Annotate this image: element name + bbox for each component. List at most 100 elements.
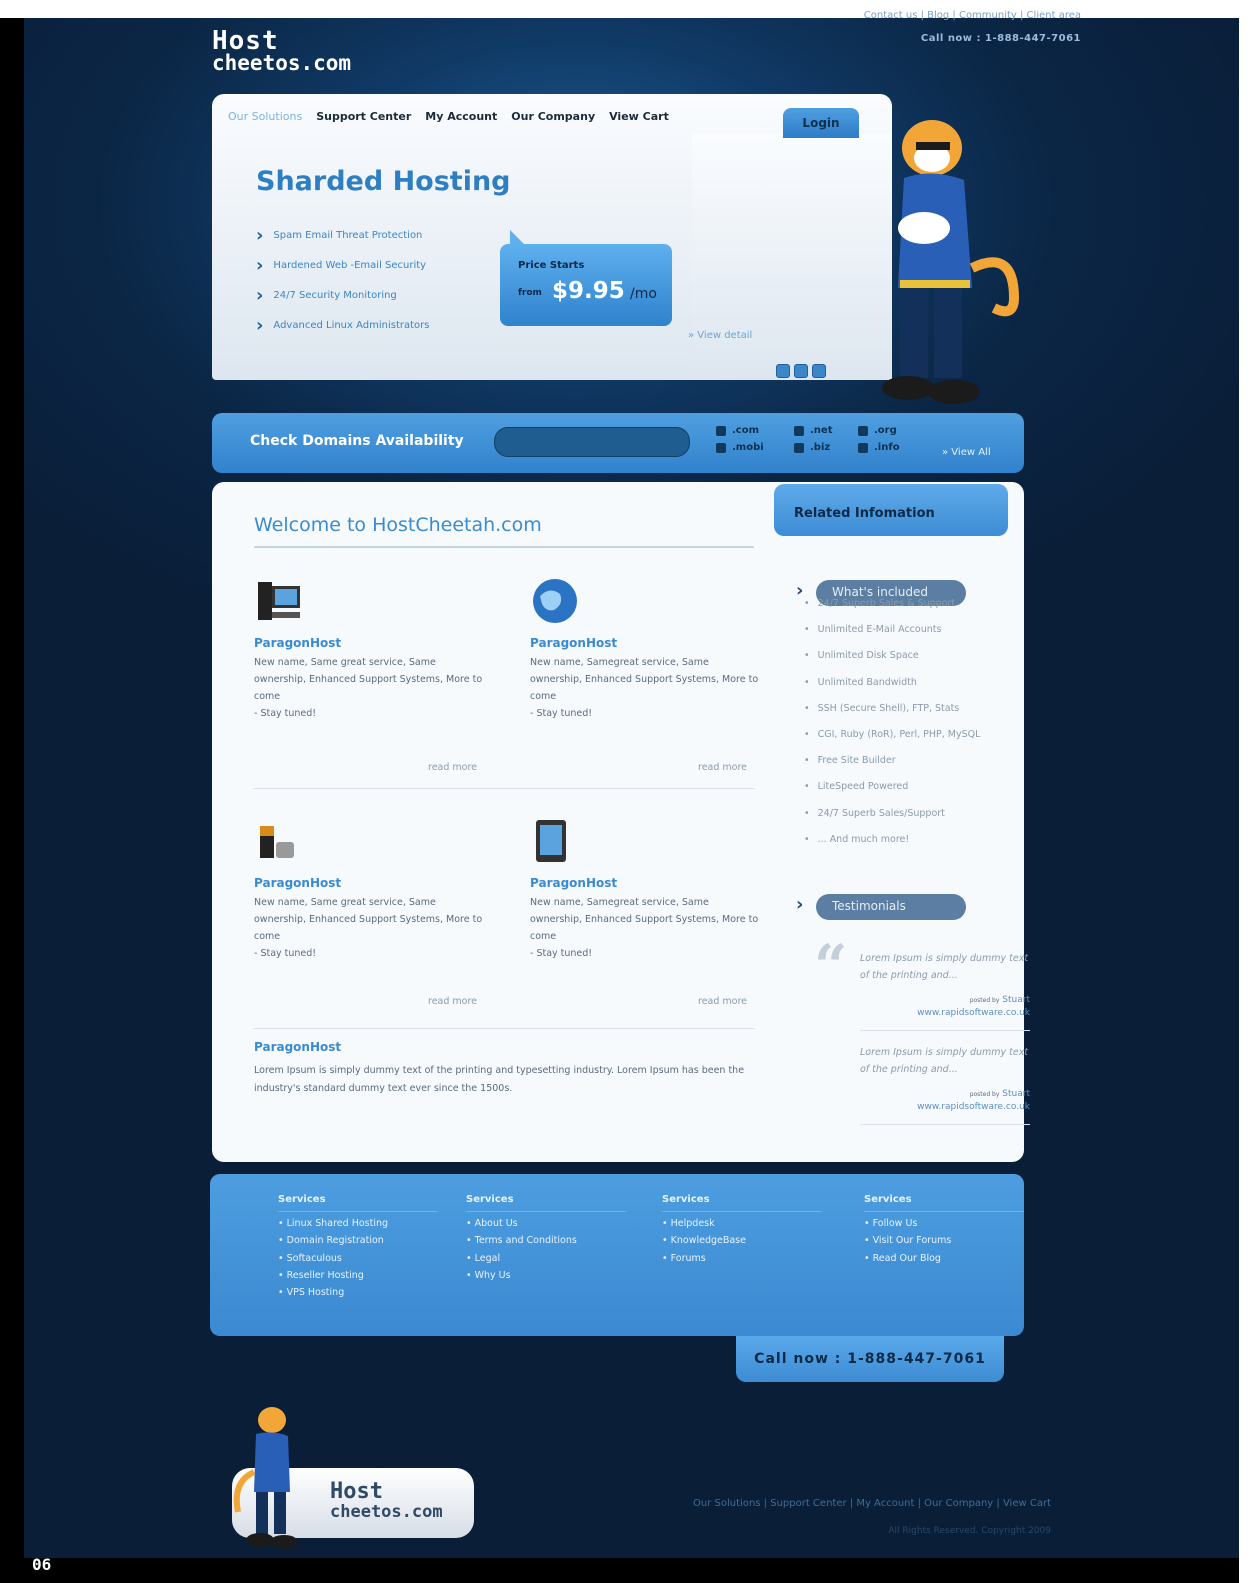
footer-link[interactable]: VPS Hosting	[278, 1287, 438, 1304]
slide-dot[interactable]	[794, 364, 808, 378]
card-title[interactable]: ParagonHost	[530, 876, 760, 890]
card-title[interactable]: ParagonHost	[254, 876, 484, 890]
view-detail-link[interactable]: » View detail	[688, 330, 752, 341]
cheetah-mascot-image	[882, 120, 1020, 404]
price-unit: /mo	[630, 286, 657, 302]
cheetah-mascot-small-image	[233, 1407, 298, 1549]
footer-link[interactable]: Why Us	[466, 1270, 626, 1287]
footer-column: Services Follow Us Visit Our Forums Read…	[864, 1194, 1024, 1270]
testimonial-site-link[interactable]: www.rapidsoftware.co.uk	[917, 1008, 1030, 1018]
chevron-right-icon: ›	[256, 314, 264, 336]
card-desc: New name, Samegreat service, Same owners…	[530, 897, 759, 942]
related-info-tab: Related Infomation	[774, 484, 1008, 536]
footer-link[interactable]: Legal	[466, 1253, 626, 1270]
testimonial-site-link[interactable]: www.rapidsoftware.co.uk	[917, 1102, 1030, 1112]
included-item: Free Site Builder	[804, 755, 980, 781]
footer-link[interactable]: Visit Our Forums	[864, 1235, 1024, 1252]
top-links[interactable]: Contact us | Blog | Community | Client a…	[864, 10, 1081, 21]
bottom-nav[interactable]: Our Solutions | Support Center | My Acco…	[693, 1498, 1051, 1509]
nav-our-company[interactable]: Our Company	[511, 110, 595, 123]
tld-options: .com .net .org .mobi .biz .info	[716, 425, 928, 453]
read-more-link[interactable]: read more	[698, 996, 747, 1007]
card-title[interactable]: ParagonHost	[254, 636, 484, 650]
welcome-title: Welcome to HostCheetah.com	[254, 514, 542, 536]
bottom-description: Lorem Ipsum is simply dummy text of the …	[254, 1065, 745, 1094]
login-button[interactable]: Login	[783, 108, 859, 138]
card-tail: - Stay tuned!	[254, 708, 317, 719]
logo[interactable]: Host cheetos.com	[212, 28, 352, 75]
footer-heading: Services	[278, 1194, 438, 1212]
tld-checkbox[interactable]: .com	[716, 425, 794, 436]
footer-logo-text-host: Host	[330, 1479, 383, 1504]
footer-link[interactable]: Softaculous	[278, 1253, 438, 1270]
testimonials-heading: Testimonials	[816, 894, 966, 920]
testimonial-author: posted by Stuart www.rapidsoftware.co.uk	[917, 995, 1030, 1018]
footer-link[interactable]: Forums	[662, 1253, 822, 1270]
nav-support-center[interactable]: Support Center	[316, 110, 411, 123]
feature-item: › Advanced Linux Administrators	[256, 314, 430, 336]
price-from-label: from	[518, 288, 542, 298]
checkbox-icon	[794, 442, 804, 453]
tld-checkbox[interactable]: .org	[858, 425, 928, 436]
quote-icon: “	[814, 932, 848, 1000]
price-box: Price Starts from $9.95 /mo	[500, 230, 672, 326]
nav-my-account[interactable]: My Account	[425, 110, 497, 123]
chevron-right-icon: ›	[256, 284, 264, 306]
domain-check-label: Check Domains Availability	[250, 433, 464, 449]
footer-column: Services Linux Shared Hosting Domain Reg…	[278, 1194, 438, 1304]
tld-checkbox[interactable]: .info	[858, 442, 928, 453]
chevron-right-icon: ›	[796, 894, 804, 915]
tld-checkbox[interactable]: .mobi	[716, 442, 794, 453]
footer-link[interactable]: Follow Us	[864, 1218, 1024, 1235]
call-now-banner: Call now : 1-888-447-7061	[736, 1336, 1004, 1382]
nav-view-cart[interactable]: View Cart	[609, 110, 669, 123]
chevron-right-icon: ›	[796, 580, 804, 601]
included-item: 24/7 Superb Sales & Support	[804, 598, 980, 624]
footer-link[interactable]: Terms and Conditions	[466, 1235, 626, 1252]
checkbox-icon	[858, 442, 868, 453]
slide-dot[interactable]	[776, 364, 790, 378]
testimonial-text: Lorem Ipsum is simply dummy text of the …	[860, 1047, 1029, 1075]
footer-link[interactable]: Reseller Hosting	[278, 1270, 438, 1287]
footer-logo-text-domain: cheetos.com	[330, 1502, 443, 1522]
included-item: Unlimited Disk Space	[804, 650, 980, 676]
included-item: 24/7 Superb Sales/Support	[804, 808, 980, 834]
slide-dot[interactable]	[812, 364, 826, 378]
read-more-link[interactable]: read more	[428, 762, 477, 773]
included-item: Unlimited Bandwidth	[804, 677, 980, 703]
read-more-link[interactable]: read more	[698, 762, 747, 773]
footer-link[interactable]: Read Our Blog	[864, 1253, 1024, 1270]
checkbox-icon	[716, 442, 726, 453]
feature-list: › Spam Email Threat Protection › Hardened …	[256, 220, 430, 340]
footer-link[interactable]: About Us	[466, 1218, 626, 1235]
domain-search-input[interactable]	[494, 427, 690, 457]
card-desc: New name, Same great service, Same owner…	[254, 897, 483, 942]
bottom-title[interactable]: ParagonHost	[254, 1040, 341, 1054]
read-more-link[interactable]: read more	[428, 996, 477, 1007]
logo-text-domain: cheetos.com	[212, 51, 352, 75]
card-desc: New name, Same great service, Same owner…	[254, 657, 483, 702]
testimonial-text: Lorem Ipsum is simply dummy text of the …	[860, 953, 1029, 981]
hero-panel-right	[692, 134, 892, 380]
domain-check-bar: Check Domains Availability .com .net .or…	[212, 413, 1024, 473]
card-tail: - Stay tuned!	[530, 708, 593, 719]
feature-card: ParagonHost New name, Samegreat service,…	[530, 816, 760, 962]
tld-checkbox[interactable]: .net	[794, 425, 858, 436]
main-nav: Our Solutions Support Center My Account …	[228, 110, 669, 123]
footer-link[interactable]: Helpdesk	[662, 1218, 822, 1235]
nav-our-solutions[interactable]: Our Solutions	[228, 110, 302, 123]
footer-column: Services About Us Terms and Conditions L…	[466, 1194, 626, 1287]
slider-pager	[776, 364, 826, 378]
footer-link[interactable]: Domain Registration	[278, 1235, 438, 1252]
card-title[interactable]: ParagonHost	[530, 636, 760, 650]
view-all-link[interactable]: » View All	[942, 447, 991, 458]
feature-item: › Spam Email Threat Protection	[256, 224, 423, 246]
footer-link[interactable]: KnowledgeBase	[662, 1235, 822, 1252]
footer-link[interactable]: Linux Shared Hosting	[278, 1218, 438, 1235]
mobile-device-icon	[536, 820, 566, 862]
footer-heading: Services	[864, 1194, 1024, 1212]
tld-checkbox[interactable]: .biz	[794, 442, 858, 453]
feature-item: › Hardened Web -Email Security	[256, 254, 427, 276]
testimonial-author: posted by Stuart www.rapidsoftware.co.uk	[917, 1089, 1030, 1112]
footer-links: Services Linux Shared Hosting Domain Reg…	[210, 1174, 1024, 1336]
